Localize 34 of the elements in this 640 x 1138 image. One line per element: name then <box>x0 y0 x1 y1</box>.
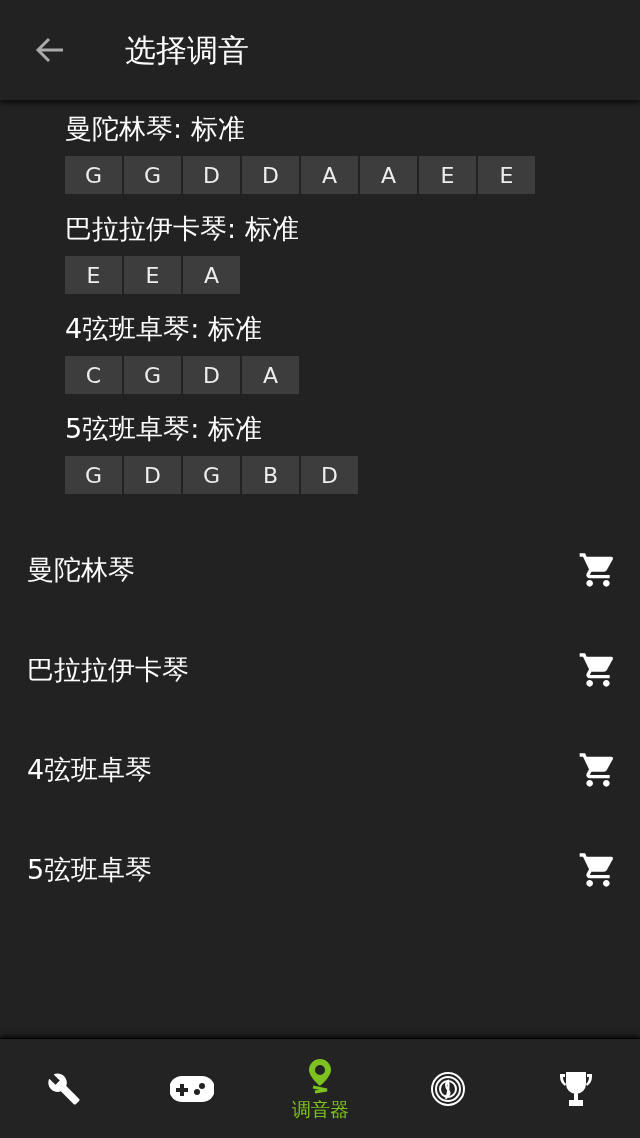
tuning-title: 5弦班卓琴: 标准 <box>65 412 263 446</box>
note-key: A <box>301 156 358 194</box>
tuning-title: 巴拉拉伊卡琴: 标准 <box>65 212 300 246</box>
instrument-name[interactable]: 4弦班卓琴 <box>27 749 153 791</box>
tuning-title: 曼陀林琴: 标准 <box>65 112 246 146</box>
note-key: E <box>65 256 122 294</box>
note-key: G <box>65 156 122 194</box>
wrench-icon <box>47 1071 81 1106</box>
note-key: G <box>124 356 181 394</box>
note-key: G <box>65 456 122 494</box>
gamepad-icon <box>170 1074 214 1103</box>
instrument-name[interactable]: 曼陀林琴 <box>27 549 135 591</box>
note-key: D <box>124 456 181 494</box>
note-key: E <box>124 256 181 294</box>
tuning-title: 4弦班卓琴: 标准 <box>65 312 263 346</box>
note-key: E <box>419 156 476 194</box>
note-key: G <box>183 456 240 494</box>
note-key: D <box>183 356 240 394</box>
note-key: D <box>183 156 240 194</box>
note-key: A <box>183 256 240 294</box>
note-key: D <box>301 456 358 494</box>
fingerprint-icon <box>430 1070 466 1107</box>
note-key: E <box>478 156 535 194</box>
screen-title: 选择调音 <box>125 30 249 70</box>
note-key: A <box>242 356 299 394</box>
note-key: B <box>242 456 299 494</box>
note-key: G <box>124 156 181 194</box>
location-pin-icon <box>307 1057 333 1094</box>
note-key: D <box>242 156 299 194</box>
note-key: C <box>65 356 122 394</box>
note-key: A <box>360 156 417 194</box>
instrument-name[interactable]: 巴拉拉伊卡琴 <box>27 649 189 691</box>
instrument-name[interactable]: 5弦班卓琴 <box>27 849 153 891</box>
nav-tab[interactable]: 调音器 <box>256 1039 384 1138</box>
